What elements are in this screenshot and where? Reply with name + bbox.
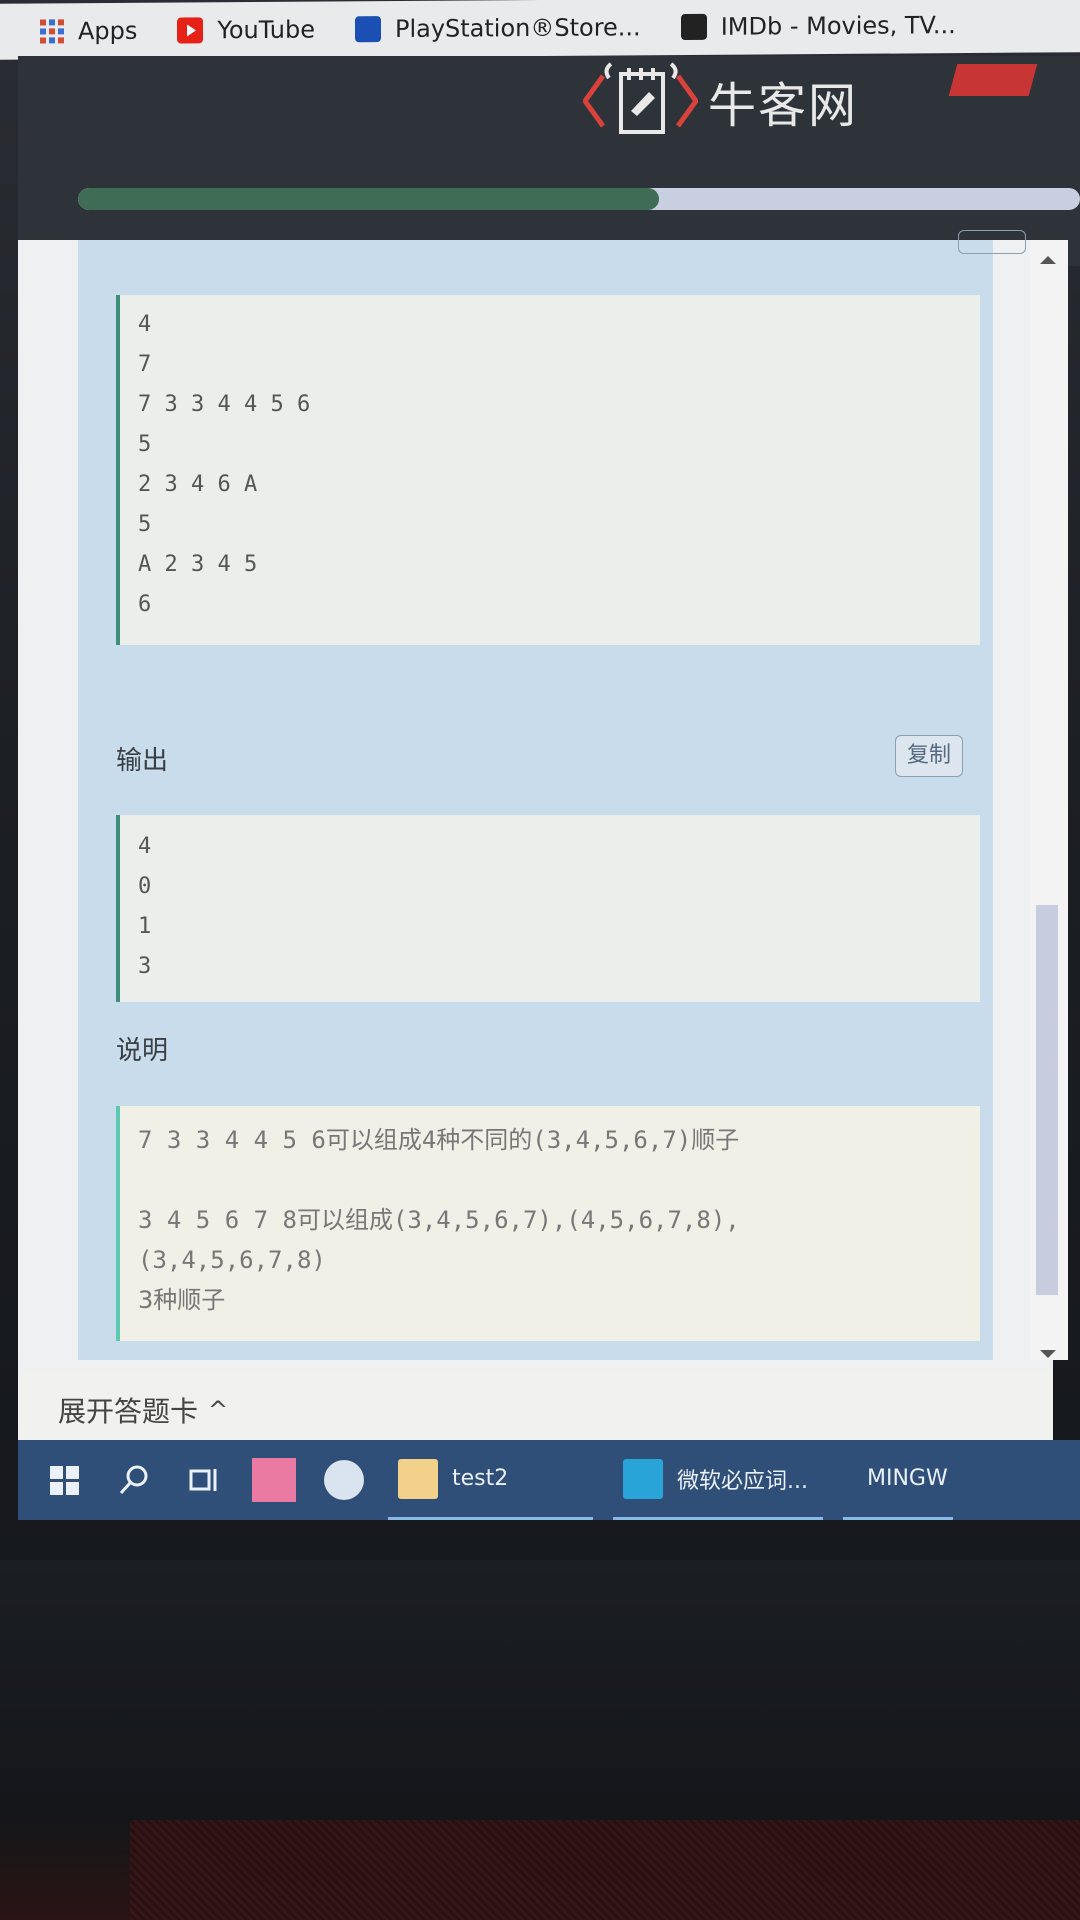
answer-card-label: 展开答题卡 [58,1395,199,1428]
task-view-icon [189,1469,217,1491]
code-line: 5 [138,512,152,537]
explanation-line: (3,4,5,6,7,8) [138,1246,326,1274]
windows-logo-icon [49,1465,79,1495]
explanation-line: 3 4 5 6 7 8可以组成(3,4,5,6,7),(4,5,6,7,8), [138,1206,740,1234]
code-line: 4 [138,834,152,859]
desk-surface [130,1820,1080,1920]
windows-taskbar: test2 微软必应词... MINGW [18,1440,1080,1520]
problem-content: 4 7 7 3 3 4 4 5 6 5 2 3 4 6 A 5 A 2 3 4 … [78,230,1026,1360]
bookmark-label: YouTube [217,15,315,45]
code-line: 2 3 4 6 A [138,472,258,497]
problem-panel: 4 7 7 3 3 4 4 5 6 5 2 3 4 6 A 5 A 2 3 4 … [18,230,1068,1475]
taskbar-app-mingw[interactable]: MINGW [843,1440,953,1520]
bookmark-apps[interactable]: Apps [40,17,137,46]
bilibili-app-button[interactable] [250,1456,298,1504]
taskbar-app-label: MINGW [867,1466,948,1491]
bookmark-label: Apps [78,16,138,46]
explanation-line: 7 3 3 4 4 5 6可以组成4种不同的(3,4,5,6,7)顺子 [138,1126,740,1154]
bilibili-icon [252,1458,296,1502]
code-line: 5 [138,432,152,457]
youtube-icon [177,17,204,44]
scroll-up-arrow-icon[interactable] [1040,256,1056,264]
playstation-icon [354,16,381,43]
taskbar-app-test2[interactable]: test2 [388,1440,593,1520]
chevron-up-icon: ^ [208,1396,229,1424]
bookmarks-bar: Apps YouTube PlayStation®Store... IMDb -… [0,0,1080,60]
apps-grid-icon [40,19,64,44]
answer-card-toggle[interactable]: 展开答题卡 ^ [18,1370,1053,1450]
bing-dictionary-icon [623,1458,663,1499]
explanation-line [120,1160,980,1200]
code-line: A 2 3 4 5 [138,552,258,577]
nowcoder-logo-icon [583,62,698,134]
code-line: 7 3 3 4 4 5 6 [138,392,311,417]
code-line: 1 [138,914,152,939]
code-line: 7 [138,352,152,377]
example-input-block: 4 7 7 3 3 4 4 5 6 5 2 3 4 6 A 5 A 2 3 4 … [116,295,980,645]
progress-fill [78,188,660,210]
code-line: 3 [138,954,152,979]
taskbar-app-label: test2 [452,1466,509,1491]
code-line: 6 [138,592,152,617]
output-copy-button[interactable]: 复制 [895,735,963,777]
input-copy-button[interactable] [958,230,1026,254]
task-view-button[interactable] [180,1456,228,1504]
imdb-icon [680,13,707,41]
output-label: 输出 [116,746,169,776]
explanation-block: 7 3 3 4 4 5 6可以组成4种不同的(3,4,5,6,7)顺子 3 4 … [116,1106,980,1341]
code-line: 4 [138,312,152,337]
example-output-block: 4 0 1 3 [116,815,980,1002]
taskbar-app-bing-dictionary[interactable]: 微软必应词... [613,1440,823,1520]
start-button[interactable] [40,1456,88,1504]
site-name: 牛客网 [708,78,859,134]
bookmark-label: PlayStation®Store... [394,13,641,44]
bookmark-playstation[interactable]: PlayStation®Store... [354,13,641,44]
steam-icon [324,1460,364,1500]
site-logo[interactable]: 牛客网 [583,56,858,146]
explanation-label: 说明 [116,1036,169,1066]
steam-app-button[interactable] [320,1456,368,1504]
bookmark-imdb[interactable]: IMDb - Movies, TV... [680,11,956,41]
progress-bar [78,188,1080,210]
scrollbar-thumb[interactable] [1036,905,1058,1295]
scroll-down-arrow-icon[interactable] [1040,1350,1056,1358]
folder-icon [398,1458,438,1499]
bookmark-youtube[interactable]: YouTube [177,16,315,45]
partner-badge[interactable] [948,64,1038,96]
bookmark-label: IMDb - Movies, TV... [720,11,956,41]
explanation-line: 3种顺子 [138,1286,226,1314]
search-button[interactable] [110,1456,158,1504]
site-header: 牛客网 [18,56,1080,266]
code-line: 0 [138,874,152,899]
taskbar-app-label: 微软必应词... [677,1468,808,1494]
search-icon [119,1465,148,1495]
